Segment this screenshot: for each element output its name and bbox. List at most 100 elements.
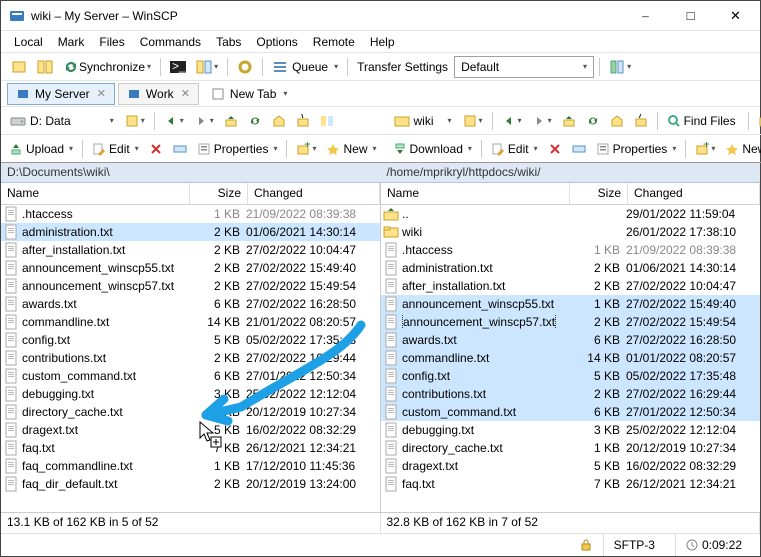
menu-tabs[interactable]: Tabs: [209, 33, 248, 51]
table-row[interactable]: config.txt5 KB05/02/2022 17:35:48: [381, 367, 760, 385]
remote-edit-button[interactable]: Edit: [487, 138, 542, 160]
remote-new-button[interactable]: New: [721, 138, 761, 160]
col-name[interactable]: Name: [1, 183, 190, 204]
table-row[interactable]: announcement_winscp57.txt2 KB27/02/2022 …: [381, 313, 760, 331]
remote-extra-icon[interactable]: [754, 110, 761, 132]
table-row[interactable]: directory_cache.txt1 KB20/12/2019 10:27:…: [381, 439, 760, 457]
table-row[interactable]: custom_command.txt6 KB27/01/2022 12:50:3…: [1, 367, 380, 385]
local-root-icon[interactable]: \: [292, 110, 314, 132]
col-changed[interactable]: Changed: [628, 183, 760, 204]
local-sync-icon[interactable]: [316, 110, 338, 132]
table-row[interactable]: commandline.txt14 KB21/01/2022 08:20:57: [1, 313, 380, 331]
download-button[interactable]: Download: [389, 138, 476, 160]
menu-files[interactable]: Files: [92, 33, 131, 51]
local-new-button[interactable]: New: [322, 138, 380, 160]
remote-home-icon[interactable]: [606, 110, 628, 132]
remote-path[interactable]: /home/mprikryl/httpdocs/wiki/: [381, 163, 761, 183]
remote-rename-icon[interactable]: [568, 138, 590, 160]
menu-options[interactable]: Options: [249, 33, 304, 51]
local-refresh-icon[interactable]: [244, 110, 266, 132]
menu-mark[interactable]: Mark: [51, 33, 92, 51]
menu-commands[interactable]: Commands: [133, 33, 208, 51]
table-row[interactable]: contributions.txt2 KB27/02/2022 16:29:44: [1, 349, 380, 367]
local-newfolder-icon[interactable]: +: [292, 138, 320, 160]
remote-root-icon[interactable]: /: [630, 110, 652, 132]
console-icon[interactable]: >_: [166, 56, 190, 78]
local-home-icon[interactable]: [268, 110, 290, 132]
table-row[interactable]: wiki26/01/2022 17:38:10: [381, 223, 760, 241]
synchronize-button[interactable]: Synchronize: [59, 56, 155, 78]
table-row[interactable]: .htaccess1 KB21/09/2022 08:39:38: [1, 205, 380, 223]
table-row[interactable]: announcement_winscp57.txt2 KB27/02/2022 …: [1, 277, 380, 295]
remote-properties-button[interactable]: Properties: [592, 138, 681, 160]
table-row[interactable]: awards.txt6 KB27/02/2022 16:28:50: [1, 295, 380, 313]
local-drive-combo[interactable]: D: Data▾: [5, 110, 119, 132]
local-back-icon[interactable]: [160, 110, 188, 132]
local-path[interactable]: D:\Documents\wiki\: [1, 163, 381, 183]
table-row[interactable]: announcement_winscp55.txt2 KB27/02/2022 …: [1, 259, 380, 277]
table-row[interactable]: dragext.txt5 KB16/02/2022 08:32:29: [381, 457, 760, 475]
table-row[interactable]: faq.txt7 KB26/12/2021 12:34:21: [381, 475, 760, 493]
table-row[interactable]: announcement_winscp55.txt1 KB27/02/2022 …: [381, 295, 760, 313]
table-row[interactable]: directory_cache.txt1 KB20/12/2019 10:27:…: [1, 403, 380, 421]
remote-back-icon[interactable]: [498, 110, 526, 132]
remote-bookmarks-icon[interactable]: [459, 110, 487, 132]
local-file-list[interactable]: .htaccess1 KB21/09/2022 08:39:38administ…: [1, 205, 380, 512]
upload-button[interactable]: Upload: [5, 138, 77, 160]
remote-delete-icon[interactable]: [544, 138, 566, 160]
table-row[interactable]: awards.txt6 KB27/02/2022 16:28:50: [381, 331, 760, 349]
menu-remote[interactable]: Remote: [306, 33, 362, 51]
table-row[interactable]: custom_command.txt6 KB27/01/2022 12:50:3…: [381, 403, 760, 421]
sync-browse-icon[interactable]: [33, 56, 57, 78]
minimize-button[interactable]: –: [623, 1, 668, 30]
table-row[interactable]: ..29/01/2022 11:59:04: [381, 205, 760, 223]
local-bookmarks-icon[interactable]: [121, 110, 149, 132]
remote-refresh-icon[interactable]: [582, 110, 604, 132]
close-button[interactable]: ✕: [713, 1, 758, 30]
table-row[interactable]: .htaccess1 KB21/09/2022 08:39:38: [381, 241, 760, 259]
table-row[interactable]: faq.txt7 KB26/12/2021 12:34:21: [1, 439, 380, 457]
new-session-icon[interactable]: [7, 56, 31, 78]
col-size[interactable]: Size: [570, 183, 628, 204]
menu-help[interactable]: Help: [363, 33, 402, 51]
tab-new[interactable]: New Tab▾: [202, 83, 297, 105]
close-icon[interactable]: ✕: [97, 87, 106, 100]
remote-up-icon[interactable]: [558, 110, 580, 132]
local-fwd-icon[interactable]: [190, 110, 218, 132]
local-edit-button[interactable]: Edit: [88, 138, 143, 160]
table-row[interactable]: debugging.txt3 KB25/02/2022 12:12:04: [1, 385, 380, 403]
table-row[interactable]: administration.txt2 KB01/06/2021 14:30:1…: [1, 223, 380, 241]
local-properties-button[interactable]: Properties: [193, 138, 282, 160]
close-icon[interactable]: ✕: [181, 87, 190, 100]
table-row[interactable]: dragext.txt5 KB16/02/2022 08:32:29: [1, 421, 380, 439]
settings-icon[interactable]: [233, 56, 257, 78]
local-up-icon[interactable]: [220, 110, 242, 132]
table-row[interactable]: after_installation.txt2 KB27/02/2022 10:…: [1, 241, 380, 259]
queue-button[interactable]: Queue: [268, 56, 342, 78]
layout-icon[interactable]: [605, 56, 635, 78]
compare-icon[interactable]: [192, 56, 222, 78]
transfer-settings-combo[interactable]: Default▾: [454, 56, 594, 78]
remote-fwd-icon[interactable]: [528, 110, 556, 132]
table-row[interactable]: contributions.txt2 KB27/02/2022 16:29:44: [381, 385, 760, 403]
table-row[interactable]: faq_commandline.txt1 KB17/12/2010 11:45:…: [1, 457, 380, 475]
col-changed[interactable]: Changed: [248, 183, 380, 204]
local-delete-icon[interactable]: [145, 138, 167, 160]
remote-newfolder-icon[interactable]: +: [691, 138, 719, 160]
menu-local[interactable]: Local: [7, 33, 50, 51]
tab-work[interactable]: Work✕: [118, 83, 199, 105]
table-row[interactable]: administration.txt2 KB01/06/2021 14:30:1…: [381, 259, 760, 277]
table-row[interactable]: debugging.txt3 KB25/02/2022 12:12:04: [381, 421, 760, 439]
table-row[interactable]: faq_dir_default.txt2 KB20/12/2019 13:24:…: [1, 475, 380, 493]
col-size[interactable]: Size: [190, 183, 248, 204]
tab-my-server[interactable]: My Server✕: [7, 83, 115, 105]
remote-file-list[interactable]: ..29/01/2022 11:59:04wiki26/01/2022 17:3…: [381, 205, 760, 512]
table-row[interactable]: after_installation.txt2 KB27/02/2022 10:…: [381, 277, 760, 295]
find-files-button[interactable]: Find Files: [663, 110, 743, 132]
remote-dir-combo[interactable]: wiki▾: [389, 110, 457, 132]
col-name[interactable]: Name: [381, 183, 570, 204]
local-rename-icon[interactable]: [169, 138, 191, 160]
table-row[interactable]: commandline.txt14 KB01/01/2022 08:20:57: [381, 349, 760, 367]
table-row[interactable]: config.txt5 KB05/02/2022 17:35:48: [1, 331, 380, 349]
maximize-button[interactable]: □: [668, 1, 713, 30]
